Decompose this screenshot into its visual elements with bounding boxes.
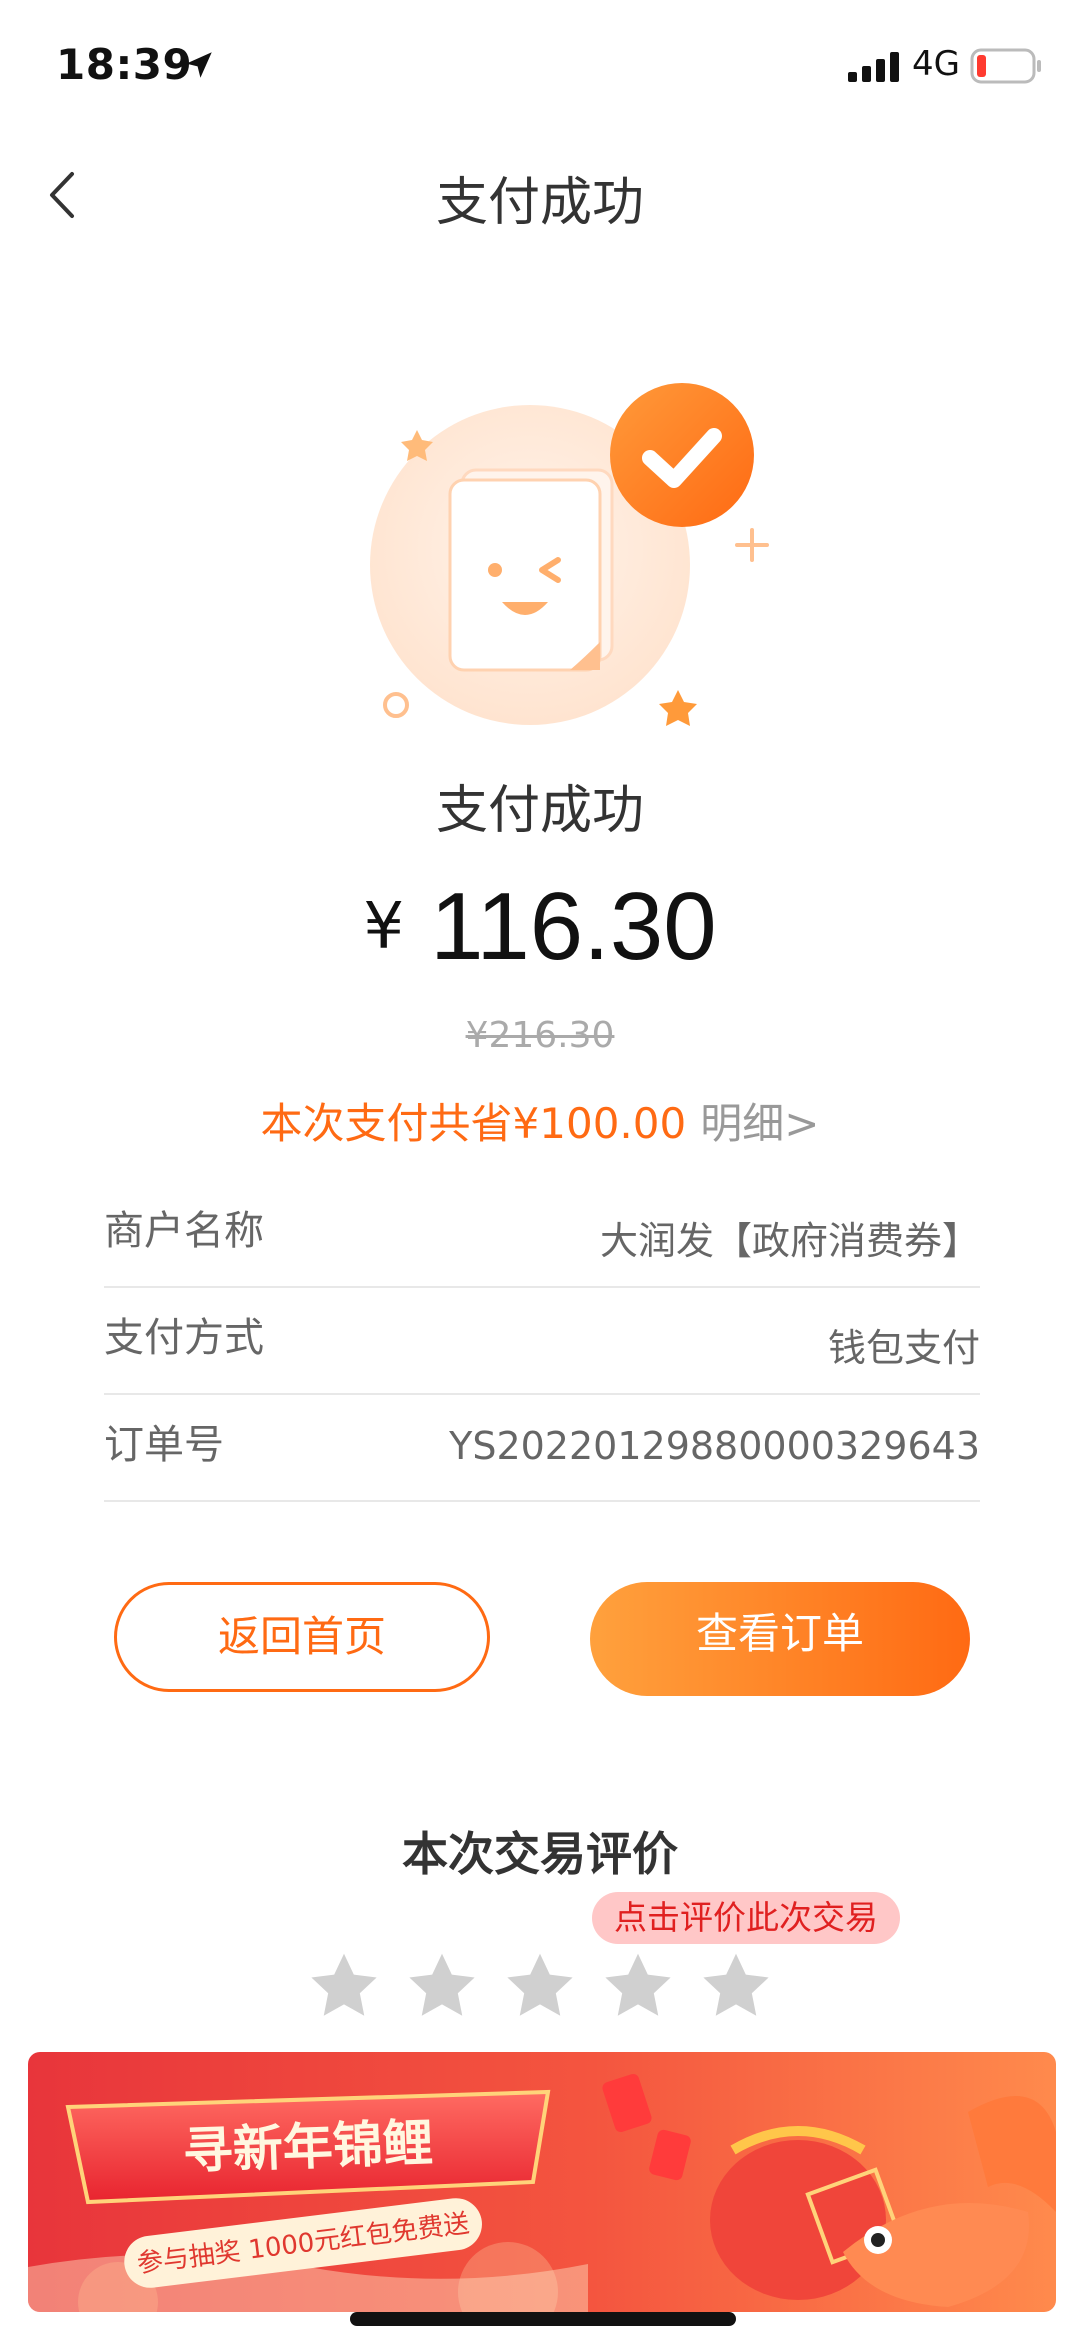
- order-number-label: 订单号: [104, 1422, 224, 1468]
- merchant-label: 商户名称: [104, 1208, 264, 1254]
- rating-title: 本次交易评价: [402, 1827, 678, 1881]
- success-title: 支付成功: [435, 781, 644, 841]
- payment-method-label: 支付方式: [104, 1315, 264, 1361]
- banner-title: 寻新年锦鲤: [182, 2114, 434, 2181]
- amount-value: 116.30: [430, 873, 717, 980]
- original-price: ¥216.30: [465, 1015, 615, 1056]
- payment-method-row: 支付方式 钱包支付: [104, 1287, 980, 1395]
- savings-text: 本次支付共省¥100.00: [260, 1099, 687, 1148]
- battery-low-icon: [970, 48, 1041, 84]
- merchant-row: 商户名称 大润发【政府消费券】: [104, 1180, 980, 1288]
- savings-row: 本次支付共省¥100.00 明细>: [0, 1090, 1080, 1151]
- promo-banner[interactable]: 寻新年锦鲤 参与抽奖 1000元红包免费送: [28, 2052, 1056, 2312]
- status-time: 18:39: [56, 40, 193, 89]
- order-number-value: YS20220129880000329643: [449, 1424, 980, 1468]
- paid-amount: ¥116.30: [0, 872, 1080, 982]
- page-title: 支付成功: [435, 173, 644, 233]
- network-type: 4G: [912, 44, 960, 84]
- view-order-button[interactable]: 查看订单: [590, 1582, 970, 1696]
- merchant-value: 大润发【政府消费券】: [599, 1219, 980, 1263]
- return-home-button[interactable]: 返回首页: [114, 1582, 490, 1692]
- payment-method-value: 钱包支付: [827, 1326, 980, 1370]
- location-arrow-icon: [186, 52, 212, 78]
- signal-icon: [848, 52, 899, 82]
- rating-star-4[interactable]: [600, 1948, 676, 2024]
- payment-success-illustration: [370, 383, 769, 726]
- rating-star-2[interactable]: [404, 1948, 480, 2024]
- rating-star-1[interactable]: [306, 1948, 382, 2024]
- home-indicator: [350, 2312, 736, 2326]
- rating-star-3[interactable]: [502, 1948, 578, 2024]
- rating-tip-bubble: 点击评价此次交易: [592, 1892, 900, 1944]
- rating-stars: [306, 1948, 786, 2024]
- savings-detail-link[interactable]: 明细>: [700, 1099, 819, 1148]
- order-number-row: 订单号 YS20220129880000329643: [104, 1394, 980, 1502]
- rating-star-5[interactable]: [698, 1948, 774, 2024]
- currency-symbol: ¥: [363, 890, 405, 964]
